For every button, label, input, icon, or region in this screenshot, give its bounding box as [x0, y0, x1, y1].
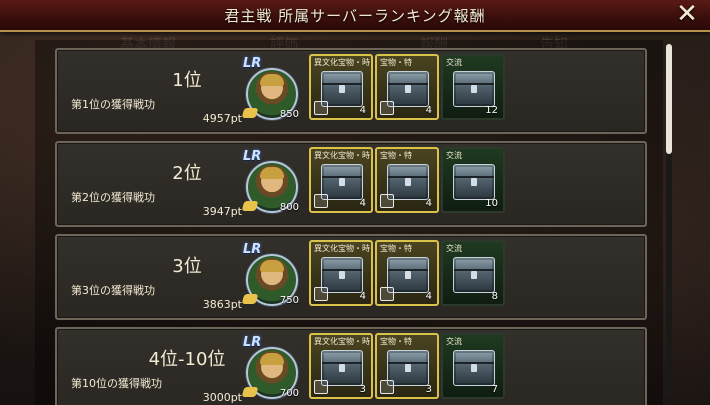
item-label: 交流 [446, 244, 462, 253]
avatar-count: 850 [279, 109, 299, 120]
reward-list[interactable]: 1位 第1位の獲得戦功 4957pt LR 850 異文化宝物・時 4 宝物・特… [35, 40, 663, 405]
avatar-count: 700 [279, 388, 299, 399]
general-avatar[interactable]: LR 700 [241, 335, 303, 405]
item-label: 異文化宝物・時 [314, 244, 370, 253]
reward-row: 2位 第2位の獲得戦功 3947pt LR 800 異文化宝物・時 4 宝物・特… [55, 141, 647, 227]
hand-icon [241, 108, 259, 118]
rank-description: 第10位の獲得戦功 [71, 377, 162, 390]
trophy-icon [380, 287, 394, 301]
hand-icon [241, 294, 259, 304]
dialog-title: 君主戦 所属サーバーランキング報酬 [224, 7, 486, 25]
rank-description: 第1位の獲得戦功 [71, 98, 155, 111]
dialog-header: 君主戦 所属サーバーランキング報酬 ✕ [0, 0, 710, 32]
item-count: 12 [485, 105, 498, 116]
rank-points: 4957pt [202, 112, 242, 125]
trophy-icon [380, 380, 394, 394]
trophy-icon [380, 101, 394, 115]
trophy-icon [314, 194, 328, 208]
reward-item[interactable]: 異文化宝物・時 3 [309, 333, 373, 399]
item-count: 4 [359, 291, 366, 302]
chest-icon [453, 257, 495, 293]
scrollbar[interactable] [666, 44, 672, 399]
general-avatar[interactable]: LR 750 [241, 242, 303, 312]
reward-row: 3位 第3位の獲得戦功 3863pt LR 750 異文化宝物・時 4 宝物・特… [55, 234, 647, 320]
item-count: 4 [425, 198, 432, 209]
general-avatar[interactable]: LR 800 [241, 149, 303, 219]
rarity-badge: LR [243, 335, 262, 350]
trophy-icon [314, 380, 328, 394]
item-count: 3 [359, 384, 366, 395]
reward-item[interactable]: 異文化宝物・時 4 [309, 147, 373, 213]
reward-item[interactable]: 異文化宝物・時 4 [309, 54, 373, 120]
hand-icon [241, 387, 259, 397]
trophy-icon [380, 194, 394, 208]
item-count: 8 [491, 291, 498, 302]
item-count: 4 [425, 105, 432, 116]
item-count: 3 [425, 384, 432, 395]
item-label: 交流 [446, 58, 462, 67]
rank-label: 1位 [172, 70, 202, 91]
chest-icon [453, 350, 495, 386]
rarity-badge: LR [243, 149, 262, 164]
avatar-count: 750 [279, 295, 299, 306]
reward-item[interactable]: 交流 12 [441, 54, 505, 120]
close-icon[interactable]: ✕ [674, 1, 700, 28]
reward-row: 1位 第1位の獲得戦功 4957pt LR 850 異文化宝物・時 4 宝物・特… [55, 48, 647, 134]
trophy-icon [314, 287, 328, 301]
rank-description: 第2位の獲得戦功 [71, 191, 155, 204]
hand-icon [241, 201, 259, 211]
reward-item[interactable]: 交流 7 [441, 333, 505, 399]
general-avatar[interactable]: LR 850 [241, 56, 303, 126]
reward-row: 4位-10位 第10位の獲得戦功 3000pt LR 700 異文化宝物・時 3… [55, 327, 647, 405]
item-count: 4 [359, 198, 366, 209]
rank-label: 3位 [172, 256, 202, 277]
chest-icon [453, 164, 495, 200]
item-label: 交流 [446, 151, 462, 160]
rarity-badge: LR [243, 242, 262, 257]
reward-item[interactable]: 宝物・特 4 [375, 54, 439, 120]
rank-label: 2位 [172, 163, 202, 184]
reward-item[interactable]: 交流 10 [441, 147, 505, 213]
item-count: 10 [485, 198, 498, 209]
rank-points: 3863pt [202, 298, 242, 311]
avatar-count: 800 [279, 202, 299, 213]
reward-item[interactable]: 宝物・特 4 [375, 147, 439, 213]
item-label: 異文化宝物・時 [314, 337, 370, 346]
reward-item[interactable]: 宝物・特 3 [375, 333, 439, 399]
item-count: 7 [491, 384, 498, 395]
reward-item[interactable]: 交流 8 [441, 240, 505, 306]
rank-description: 第3位の獲得戦功 [71, 284, 155, 297]
item-count: 4 [359, 105, 366, 116]
item-count: 4 [425, 291, 432, 302]
item-label: 宝物・特 [380, 58, 412, 67]
reward-item[interactable]: 異文化宝物・時 4 [309, 240, 373, 306]
reward-item[interactable]: 宝物・特 4 [375, 240, 439, 306]
item-label: 宝物・特 [380, 151, 412, 160]
rank-points: 3947pt [202, 205, 242, 218]
item-label: 宝物・特 [380, 244, 412, 253]
item-label: 異文化宝物・時 [314, 58, 370, 67]
item-label: 宝物・特 [380, 337, 412, 346]
rank-label: 4位-10位 [148, 349, 226, 370]
scrollbar-thumb[interactable] [666, 44, 672, 154]
rank-points: 3000pt [202, 391, 242, 404]
item-label: 異文化宝物・時 [314, 151, 370, 160]
rarity-badge: LR [243, 56, 262, 71]
trophy-icon [314, 101, 328, 115]
chest-icon [453, 71, 495, 107]
item-label: 交流 [446, 337, 462, 346]
